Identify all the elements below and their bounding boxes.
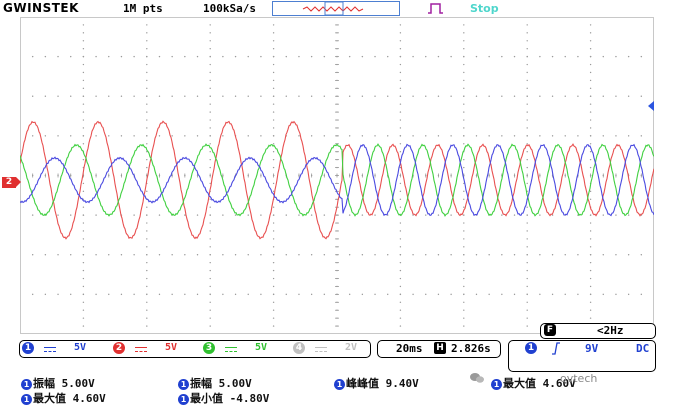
measure-label: 振幅: [33, 377, 55, 390]
frequency-icon: F: [544, 324, 556, 336]
dc-coupling-icon: [225, 347, 237, 352]
frequency-value: <2Hz: [597, 324, 624, 337]
measure-source-badge: 1: [178, 378, 189, 390]
dc-coupling-icon: [44, 347, 56, 352]
measure-source-badge: 1: [21, 393, 32, 405]
run-stop-status[interactable]: Stop: [470, 2, 499, 15]
measurement-5[interactable]: 1 最大值 4.60V: [21, 390, 106, 406]
measure-source-badge: 1: [178, 393, 189, 405]
measure-value: 9.40V: [385, 377, 419, 390]
measure-source-badge: 1: [491, 378, 502, 390]
trigger-level-marker[interactable]: [648, 101, 654, 111]
channel-ground-marker[interactable]: 2: [2, 177, 21, 188]
frequency-counter: F <2Hz: [540, 323, 656, 339]
measurement-6[interactable]: 1 最小值 -4.80V: [178, 390, 269, 406]
measurement-3[interactable]: 1 峰峰值 9.40V: [334, 375, 419, 391]
channel-1-scale[interactable]: 1 5V: [22, 342, 102, 356]
watermark-text: ovtech: [560, 372, 598, 385]
measure-source-badge: 1: [334, 378, 345, 390]
measure-source-badge: 1: [21, 378, 32, 390]
rising-edge-icon: [552, 342, 560, 355]
channel-3-volts: 5V: [255, 342, 268, 353]
trigger-coupling: DC: [636, 342, 650, 355]
channel-4-badge: 4: [293, 342, 305, 354]
channel-1-badge: 1: [22, 342, 34, 354]
timebase-scale: 20ms: [396, 342, 423, 355]
trigger-level: 9V: [585, 342, 599, 355]
channel-4-scale[interactable]: 4 2V: [293, 342, 368, 356]
measure-label: 最大值: [503, 377, 536, 390]
memory-depth: 1M pts: [123, 2, 163, 15]
horizontal-position-icon: H: [434, 342, 446, 354]
wechat-icon: [470, 373, 484, 383]
measure-value: 5.00V: [61, 377, 95, 390]
measure-value: 5.00V: [218, 377, 252, 390]
measurement-1[interactable]: 1 振幅 5.00V: [21, 375, 95, 391]
measure-value: -4.80V: [229, 392, 270, 405]
horizontal-position: 2.826s: [451, 342, 491, 355]
trigger-source-badge: 1: [525, 342, 537, 354]
measure-label: 峰峰值: [346, 377, 379, 390]
measure-label: 最大值: [33, 392, 66, 405]
channel-1-volts: 5V: [74, 342, 87, 353]
dc-coupling-icon: [135, 347, 147, 352]
measure-label: 振幅: [190, 377, 212, 390]
timebase-panel[interactable]: 20ms H 2.826s: [377, 340, 501, 358]
measure-label: 最小值: [190, 392, 223, 405]
waveform-overview[interactable]: [272, 1, 400, 16]
channel-3-scale[interactable]: 3 5V: [203, 342, 283, 356]
trigger-panel[interactable]: 1 9V DC: [508, 340, 656, 372]
brand-logo: GWINSTEK: [3, 1, 79, 15]
trigger-mode-icon: [428, 3, 443, 14]
overview-waveform-icon: [302, 1, 364, 16]
channel-2-scale[interactable]: 2 5V: [113, 342, 193, 356]
dc-coupling-icon: [315, 347, 327, 352]
measure-value: 4.60V: [72, 392, 106, 405]
sample-rate: 100kSa/s: [203, 2, 256, 15]
channel-4-volts: 2V: [345, 342, 358, 353]
waveform-display: [20, 17, 654, 334]
channel-2-volts: 5V: [165, 342, 178, 353]
measurement-2[interactable]: 1 振幅 5.00V: [178, 375, 252, 391]
channel-2-badge: 2: [113, 342, 125, 354]
channel-3-badge: 3: [203, 342, 215, 354]
top-status-bar: GWINSTEK 1M pts 100kSa/s Stop: [0, 0, 674, 17]
channel-scale-bar: 1 5V 2 5V 3 5V 4 2V: [19, 340, 371, 358]
